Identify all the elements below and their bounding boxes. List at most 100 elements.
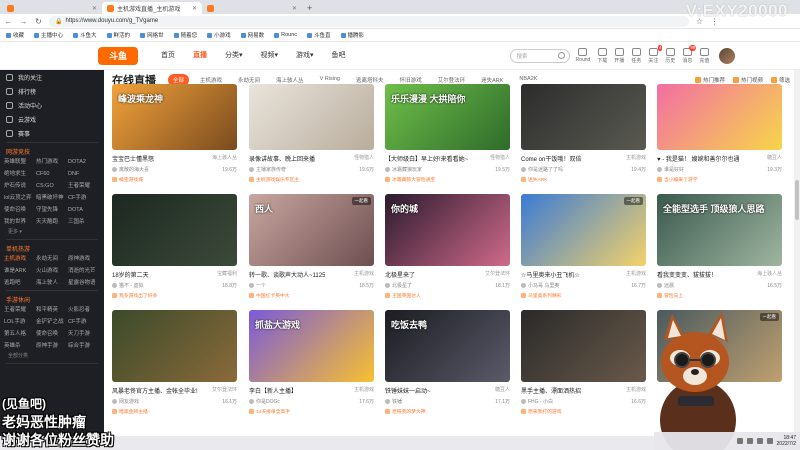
sidebar-category-link[interactable]: 金铲铲之战 bbox=[36, 317, 68, 327]
streamer-name[interactable]: 冰霜藏狼玩家 bbox=[385, 166, 422, 173]
tab-close-icon[interactable]: ✕ bbox=[192, 5, 197, 12]
room-category[interactable]: 主机游戏 bbox=[626, 386, 646, 395]
room-category[interactable]: 怪物猎人 bbox=[490, 154, 510, 163]
bookmark-item[interactable]: 斗鱼直 bbox=[307, 31, 331, 39]
task-button[interactable]: 任务 bbox=[631, 47, 641, 64]
sidebar-category-link[interactable]: 火影忍者 bbox=[68, 305, 100, 315]
system-clock[interactable]: 18:47 2022/7/2 bbox=[777, 435, 796, 447]
room-category[interactable]: 海上骇人丛 bbox=[757, 270, 782, 279]
streamer-name[interactable]: 主播家族传奇 bbox=[249, 166, 286, 173]
streamer-name[interactable]: FHG - 小白 bbox=[521, 398, 553, 405]
room-title[interactable]: 李白【新人主播】 bbox=[249, 386, 297, 395]
streamer-name[interactable]: 铁锤 bbox=[385, 398, 402, 405]
sidebar-category-link[interactable]: 天天酷跑 bbox=[36, 217, 68, 227]
sidebar-item[interactable]: 我的关注 bbox=[0, 70, 104, 84]
room-thumbnail[interactable]: 乐乐漫漫 大拱陪你 bbox=[385, 84, 510, 150]
sidebar-category-link[interactable]: 第五人格 bbox=[4, 329, 36, 339]
sidebar-category-link[interactable]: LOL手游 bbox=[4, 317, 36, 327]
streamer-name[interactable]: 网友游戏 bbox=[112, 398, 139, 405]
douyu-logo[interactable]: 斗鱼 bbox=[98, 46, 138, 65]
streamer-name[interactable]: 北极星了 bbox=[385, 282, 412, 289]
live-room-card[interactable]: 录像讲故事、晚上回来播 怪物猎人 主播家族传奇 19.6万 主机游戏娱乐专区主 bbox=[249, 84, 374, 183]
room-category[interactable]: 海上骇人丛 bbox=[212, 154, 237, 163]
room-category[interactable]: 糖豆人 bbox=[767, 154, 782, 163]
reload-icon[interactable]: ↻ bbox=[34, 17, 43, 26]
room-category[interactable]: 主机游戏 bbox=[626, 154, 646, 163]
live-room-card[interactable]: 黑手主播、漂面洒热招 主机游戏 FHG - 小白 16.6万 原来我打的游戏 bbox=[521, 310, 646, 415]
streamer-name[interactable]: 猫不 - 虚拟 bbox=[112, 282, 143, 289]
sidebar-category-link[interactable]: DOTA bbox=[68, 205, 100, 215]
streamer-name[interactable]: 一个 bbox=[249, 282, 266, 289]
room-thumbnail[interactable]: 你的城 bbox=[385, 194, 510, 266]
sidebar-category-link[interactable]: 英雄杀 bbox=[4, 341, 36, 351]
room-thumbnail[interactable]: 一起看 bbox=[521, 194, 646, 266]
page-scrollbar[interactable] bbox=[794, 70, 800, 450]
tray-icon[interactable] bbox=[746, 438, 753, 444]
message-button[interactable]: 消息 99 bbox=[682, 44, 697, 64]
sidebar-category-link[interactable]: 永劫无间 bbox=[36, 254, 68, 264]
sidebar-category-link[interactable]: 火山游戏 bbox=[36, 266, 68, 276]
room-title[interactable]: ♥ - 我是猫！ 嫂婉和善尔尔也通 bbox=[657, 154, 740, 163]
live-room-card[interactable]: 峰波乘龙神 宝宝巴士懂黑怒 海上骇人丛 离散的海大喜 19.6万 橘宝游戏城 bbox=[112, 84, 237, 183]
sidebar-category-link[interactable]: 和平精英 bbox=[36, 305, 68, 315]
sidebar-category-link[interactable]: 王者荣耀 bbox=[68, 181, 100, 191]
bookmark-item[interactable]: 播腾影 bbox=[340, 31, 364, 39]
sidebar-category-link[interactable]: 热门游戏 bbox=[36, 157, 68, 167]
scrollbar-thumb[interactable] bbox=[795, 180, 799, 220]
sidebar-category-link[interactable]: 炉石传说 bbox=[4, 181, 36, 191]
room-category[interactable]: 主机游戏 bbox=[626, 270, 646, 279]
live-room-card[interactable]: 抓盐大游戏 李白【新人主播】 主机游戏 你是DOGc 17.6万 14天接单全高手 bbox=[249, 310, 374, 415]
nav-link[interactable]: 鱼吧 bbox=[323, 42, 355, 70]
sidebar-category-link[interactable]: 使命召唤 bbox=[4, 205, 36, 215]
room-category[interactable]: 宝藏福利 bbox=[217, 270, 237, 279]
sidebar-category-link[interactable]: lol云顶之弈 bbox=[4, 193, 36, 203]
room-thumbnail[interactable] bbox=[521, 310, 646, 382]
room-title[interactable]: Come on干饭哦！双倍 bbox=[521, 154, 581, 163]
room-category[interactable]: 主机游戏 bbox=[354, 386, 374, 395]
bookmark-item[interactable]: 收藏 bbox=[6, 31, 24, 39]
room-title[interactable]: 录像讲故事、晚上回来播 bbox=[249, 154, 315, 163]
new-tab-button[interactable]: + bbox=[302, 2, 317, 14]
url-field[interactable]: 🔒 https://www.douyu.com/g_TVgame bbox=[49, 15, 689, 27]
browser-tab-1[interactable]: 主机游戏直播_主机游戏 ✕ bbox=[102, 2, 202, 14]
bookmark-item[interactable]: 主播中心 bbox=[34, 31, 63, 39]
room-thumbnail[interactable] bbox=[112, 194, 237, 266]
bookmark-item[interactable]: Rounc bbox=[274, 32, 297, 38]
bookmark-item[interactable]: 鲜活的 bbox=[106, 31, 130, 39]
room-category[interactable]: 艾尔登法环 bbox=[212, 386, 237, 395]
room-title[interactable]: 【大师级白】早上好!来看看她~ bbox=[385, 154, 468, 163]
sidebar-category-link[interactable]: 王者荣耀 bbox=[4, 305, 36, 315]
history-button[interactable]: 历史 bbox=[665, 47, 675, 64]
user-avatar[interactable] bbox=[719, 47, 736, 64]
room-category[interactable]: 怪物猎人 bbox=[354, 154, 374, 163]
room-title[interactable]: 看我变变变、拔拔拔！ bbox=[657, 270, 717, 279]
sidebar-category-link[interactable]: CS:GO bbox=[36, 181, 68, 191]
nav-link[interactable]: 视频▾ bbox=[252, 42, 288, 70]
header-right-link[interactable]: 热门视频 bbox=[732, 76, 763, 84]
sidebar-category-link[interactable]: 三国杀 bbox=[68, 217, 100, 227]
search-icon[interactable] bbox=[557, 51, 565, 59]
bookmark-item[interactable]: 小游戏 bbox=[207, 31, 231, 39]
sidebar-category-link[interactable]: 英雄联盟 bbox=[4, 157, 36, 167]
room-thumbnail[interactable]: 峰波乘龙神 bbox=[112, 84, 237, 150]
live-room-card[interactable]: Come on干饭哦！双倍 主机游戏 你是迷路了了吗 19.4万 迷失ARK bbox=[521, 84, 646, 183]
sidebar-item[interactable]: 活动中心 bbox=[0, 98, 104, 112]
sidebar-category-link[interactable]: 守望先锋 bbox=[36, 205, 68, 215]
live-room-card[interactable]: 18岁的第二天 宝藏福利 猫不 - 虚拟 18.8万 我多游戏出了好多 bbox=[112, 194, 237, 299]
sidebar-category-link[interactable]: CF手游 bbox=[68, 193, 100, 203]
tab-close-icon[interactable]: ✕ bbox=[92, 5, 97, 12]
header-right-link[interactable]: 筛选 bbox=[770, 76, 790, 84]
streamer-name[interactable]: 谁是好好 bbox=[657, 166, 684, 173]
sidebar-category-link[interactable]: 使命召唤 bbox=[36, 329, 68, 339]
live-room-card[interactable]: 乐乐漫漫 大拱陪你 【大师级白】早上好!来看看她~ 怪物猎人 冰霜藏狼玩家 19.5万冰… bbox=[385, 84, 510, 183]
sidebar-category-link[interactable]: 星露谷物语 bbox=[68, 278, 100, 288]
room-category[interactable]: 主机游戏 bbox=[354, 270, 374, 279]
sidebar-category-link[interactable]: DOTA2 bbox=[68, 157, 100, 167]
sidebar-category-link[interactable]: 海上驶人 bbox=[36, 278, 68, 288]
room-title[interactable]: 铁锤妹妹一启动~ bbox=[385, 386, 431, 395]
back-icon[interactable]: ← bbox=[4, 17, 13, 26]
room-thumbnail[interactable] bbox=[249, 84, 374, 150]
streamer-name[interactable]: 离散的海大喜 bbox=[112, 166, 149, 173]
bookmark-item[interactable]: 网易数 bbox=[240, 31, 264, 39]
nav-link[interactable]: 首页 bbox=[152, 42, 184, 70]
